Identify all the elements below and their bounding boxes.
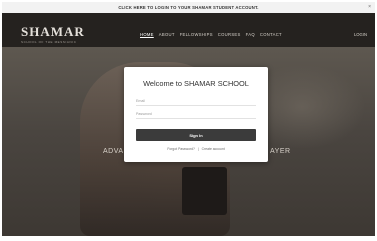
link-separator: | <box>197 147 199 151</box>
hero-book-shape <box>182 167 227 215</box>
nav-item-home[interactable]: HOME <box>140 32 154 37</box>
password-field[interactable] <box>136 110 256 119</box>
nav-item-contact[interactable]: CONTACT <box>260 32 282 37</box>
modal-links: Forgot Password? | Create account <box>124 147 268 151</box>
site-header: SHAMAR SCHOOL OF THE MESSIANIC HOME ABOU… <box>2 13 375 47</box>
main-nav: HOME ABOUT FELLOWSHIPS COURSES FAQ CONTA… <box>140 32 282 37</box>
login-link[interactable]: LOGIN <box>354 32 367 37</box>
sign-in-button[interactable]: Sign In <box>136 129 256 141</box>
browser-viewport: CLICK HERE TO LOGIN TO YOUR SHAMAR STUDE… <box>2 2 375 236</box>
modal-title: Welcome to SHAMAR SCHOOL <box>143 79 249 88</box>
close-icon[interactable]: × <box>368 4 371 10</box>
nav-item-faq[interactable]: FAQ <box>246 32 255 37</box>
forgot-password-link[interactable]: Forgot Password? <box>166 147 196 151</box>
logo-text: SHAMAR <box>21 24 85 39</box>
nav-item-about[interactable]: ABOUT <box>159 32 175 37</box>
site-logo[interactable]: SHAMAR SCHOOL OF THE MESSIANIC <box>21 25 85 44</box>
email-field[interactable] <box>136 97 256 106</box>
login-modal: Welcome to SHAMAR SCHOOL Sign In Forgot … <box>124 67 268 162</box>
announcement-text[interactable]: CLICK HERE TO LOGIN TO YOUR SHAMAR STUDE… <box>118 5 258 10</box>
hero-text-left: ADVA <box>103 148 124 155</box>
logo-tagline: SCHOOL OF THE MESSIANIC <box>21 40 77 44</box>
nav-item-fellowships[interactable]: FELLOWSHIPS <box>180 32 213 37</box>
hero-text-right: AYER <box>270 148 291 155</box>
create-account-link[interactable]: Create account <box>201 147 226 151</box>
nav-item-courses[interactable]: COURSES <box>218 32 241 37</box>
